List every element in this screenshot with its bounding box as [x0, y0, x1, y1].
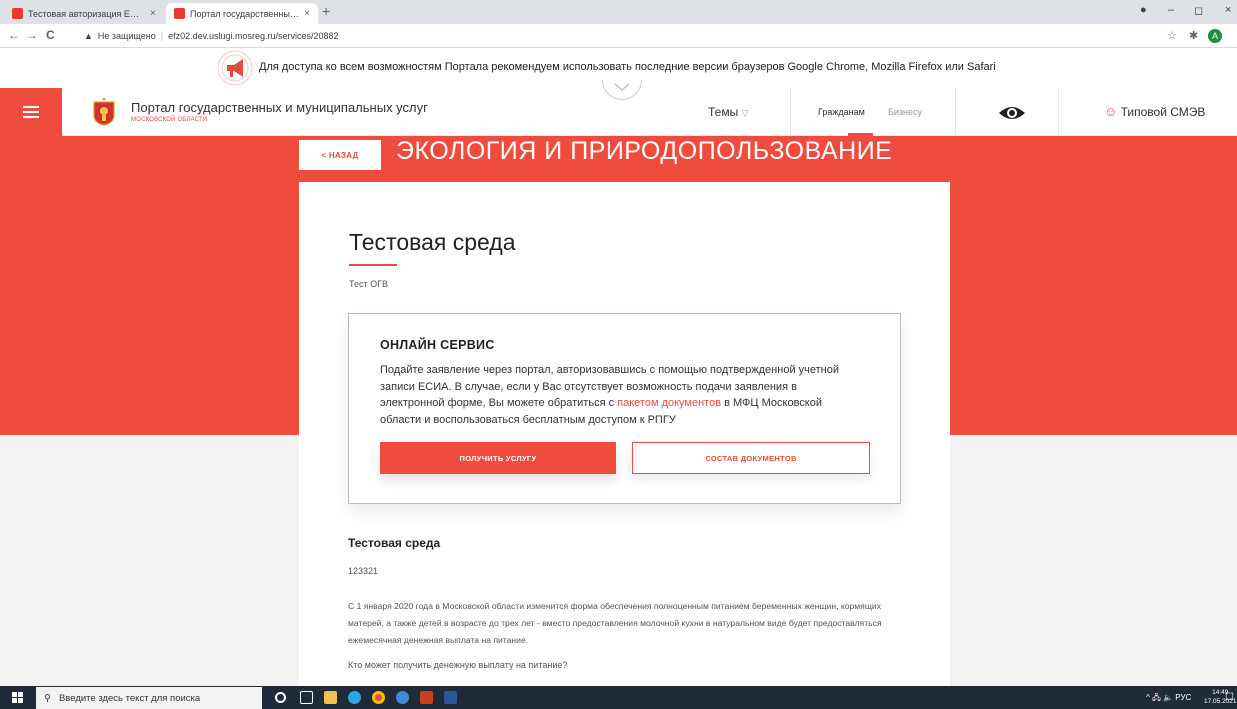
forward-arrow-icon[interactable]: →	[26, 28, 38, 42]
profile-avatar[interactable]: A	[1208, 29, 1222, 43]
title-underline	[349, 264, 397, 266]
tab-business[interactable]: Бизнесу	[888, 107, 922, 117]
user-name: Типовой СМЭВ	[1120, 105, 1206, 119]
user-menu[interactable]: ☺ Типовой СМЭВ	[1104, 104, 1205, 119]
search-icon: ⚲	[44, 692, 51, 704]
back-arrow-icon[interactable]: ←	[8, 28, 20, 42]
favicon-icon	[12, 8, 23, 19]
browser-tab-portal[interactable]: Портал государственных и муниципальных ×	[166, 3, 318, 24]
notice-text: Для доступа ко всем возможностям Портала…	[259, 61, 996, 73]
chevron-down-icon	[614, 83, 630, 91]
taskbar-search-field[interactable]: ⚲ Введите здесь текст для поиска	[36, 687, 262, 709]
minimize-button[interactable]: –	[1168, 4, 1174, 16]
url-text: efz02.dev.uslugi.mosreg.ru/services/2088…	[168, 31, 339, 41]
warning-icon: ▲	[84, 31, 93, 41]
browser-tab-esia[interactable]: Тестовая авторизация ЕСИА ×	[4, 3, 164, 24]
themes-menu[interactable]: Темы ▽	[708, 105, 748, 119]
restore-button[interactable]: ◻	[1194, 4, 1203, 17]
new-tab-button[interactable]: +	[322, 3, 330, 19]
megaphone-icon	[217, 50, 253, 86]
notice-collapse-button[interactable]	[602, 80, 642, 100]
themes-label: Темы	[708, 105, 739, 119]
header-divider	[955, 88, 956, 136]
task-view-icon[interactable]	[300, 691, 313, 704]
coat-of-arms-logo[interactable]	[92, 96, 116, 126]
service-question: Кто может получить денежную выплату на п…	[348, 660, 568, 670]
section-title: ЭКОЛОГИЯ И ПРИРОДОПОЛЬЗОВАНИЕ	[396, 137, 893, 165]
back-button[interactable]: < НАЗАД	[299, 140, 381, 170]
tab-title: Портал государственных и муниципальных	[190, 8, 299, 19]
search-placeholder: Введите здесь текст для поиска	[58, 692, 201, 704]
tab-close-icon[interactable]: ×	[304, 8, 310, 19]
user-icon: ☺	[1104, 104, 1118, 119]
close-window-button[interactable]: ×	[1225, 4, 1231, 16]
tab-close-icon[interactable]: ×	[150, 8, 156, 19]
tab-citizens[interactable]: Гражданам	[818, 107, 865, 117]
documents-package-link[interactable]: пакетом документов	[617, 397, 721, 409]
service-description: С 1 января 2020 года в Московской област…	[348, 601, 882, 645]
header-divider	[1058, 88, 1059, 136]
online-service-text: Подайте заявление через портал, авторизо…	[380, 362, 860, 428]
favicon-icon	[174, 8, 185, 19]
service-subheading: Тестовая среда	[348, 536, 441, 550]
windows-start-icon[interactable]	[12, 692, 24, 704]
reload-icon[interactable]: C	[46, 28, 55, 42]
accessibility-eye-icon[interactable]	[997, 103, 1027, 123]
chrome-icon[interactable]	[372, 691, 385, 704]
powerpoint-icon[interactable]	[420, 691, 433, 704]
system-tray[interactable]: ^ 🖧 🔈 РУС	[1146, 692, 1191, 706]
menu-hamburger-icon[interactable]	[0, 88, 62, 136]
portal-subtitle: МОСКОВСКОЙ ОБЛАСТИ	[131, 117, 208, 123]
get-service-button[interactable]: ПОЛУЧИТЬ УСЛУГУ	[380, 442, 616, 474]
portal-title[interactable]: Портал государственных и муниципальных у…	[131, 100, 428, 115]
file-explorer-icon[interactable]	[324, 691, 337, 704]
documents-list-button[interactable]: СОСТАВ ДОКУМЕНТОВ	[632, 442, 870, 474]
messenger-icon[interactable]	[396, 691, 409, 704]
chevron-down-icon: ▽	[741, 108, 749, 118]
tab-title: Тестовая авторизация ЕСИА	[28, 8, 146, 19]
service-code: 123321	[348, 566, 379, 576]
cortana-icon[interactable]	[275, 692, 286, 703]
header-divider	[790, 88, 791, 136]
extensions-icon[interactable]: ✱	[1189, 29, 1198, 42]
word-icon[interactable]	[444, 691, 457, 704]
url-separator: |	[160, 31, 164, 41]
security-label: Не защищено	[97, 31, 156, 41]
page-title: Тестовая среда	[349, 229, 516, 255]
notifications-icon[interactable]: ☐	[1225, 692, 1234, 703]
online-service-heading: ОНЛАЙН СЕРВИС	[380, 338, 495, 352]
telegram-icon[interactable]	[348, 691, 361, 704]
bookmark-star-icon[interactable]: ☆	[1167, 29, 1177, 42]
url-field[interactable]: ▲ Не защищено | efz02.dev.uslugi.mosreg.…	[84, 27, 1144, 45]
organization-label: Тест ОГВ	[349, 279, 388, 289]
browser-menu-dot-icon[interactable]: ●	[1140, 4, 1147, 16]
